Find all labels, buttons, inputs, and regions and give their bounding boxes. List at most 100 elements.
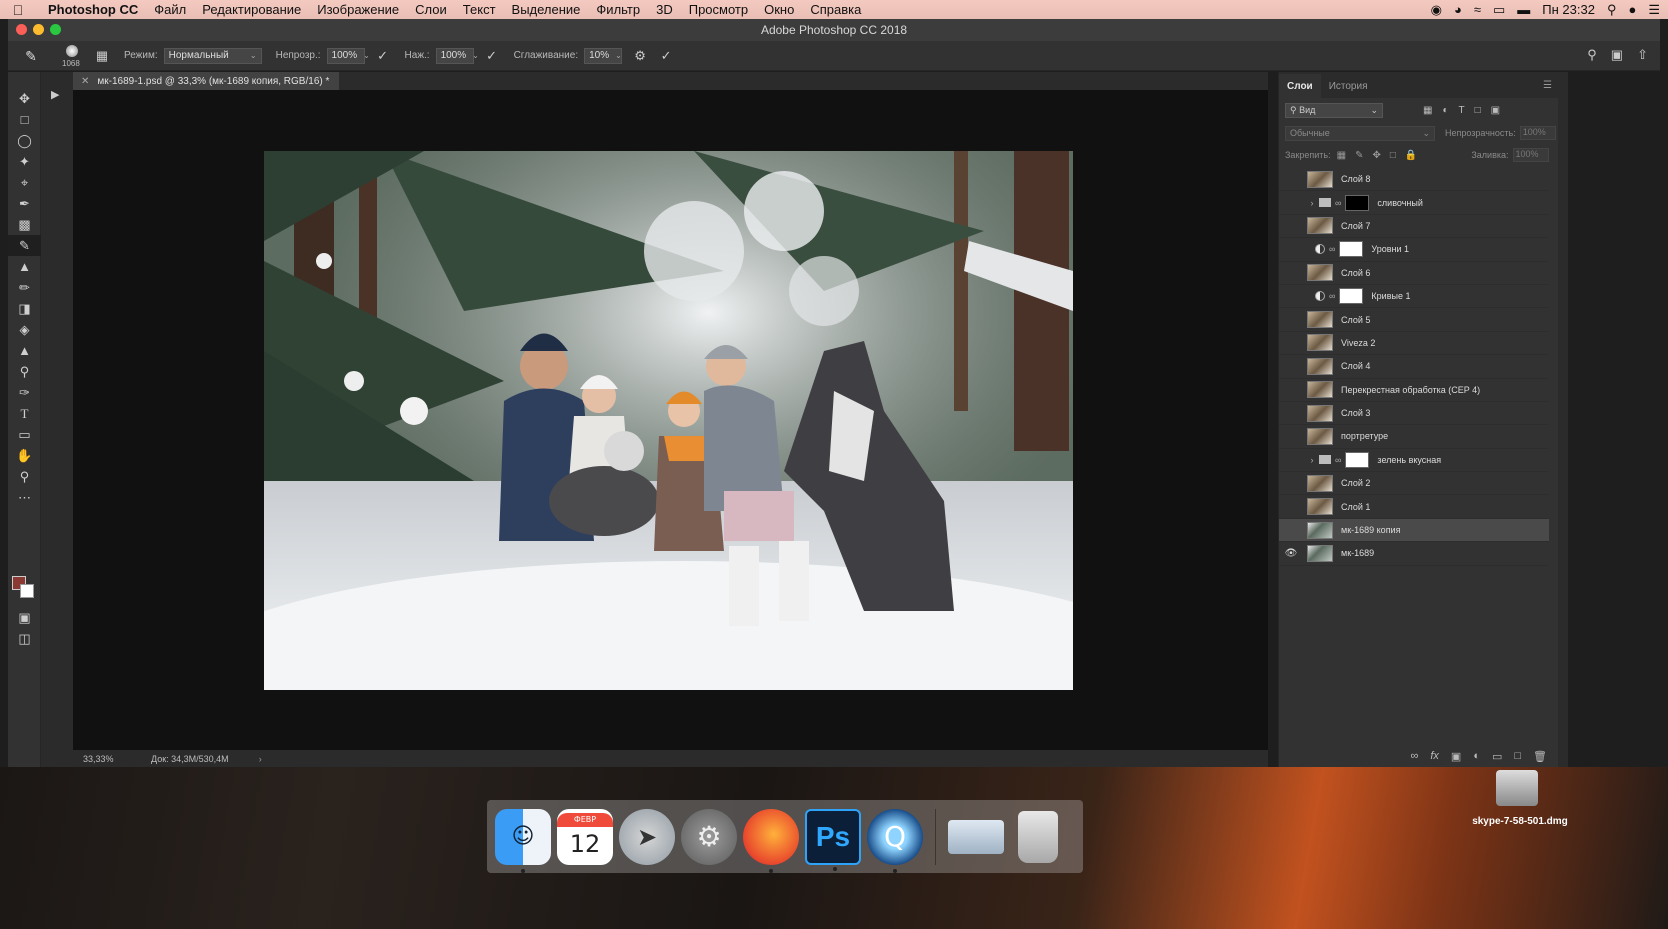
menu-help[interactable]: Справка bbox=[802, 2, 869, 17]
quick-select-tool-icon[interactable]: ✦ bbox=[8, 151, 41, 172]
record-icon[interactable]: ◉ bbox=[1431, 2, 1442, 18]
layer-row-selected[interactable]: мк-1689 копия bbox=[1279, 518, 1549, 543]
menu-app[interactable]: Photoshop CC bbox=[36, 2, 146, 17]
panel-menu-icon[interactable]: ☰ bbox=[1543, 80, 1552, 91]
opacity-field[interactable]: 100% ⌄ bbox=[326, 47, 370, 64]
new-layer-icon[interactable]: □ bbox=[1514, 750, 1521, 762]
layer-row[interactable]: Слой 7 bbox=[1279, 215, 1549, 239]
type-tool-icon[interactable]: T bbox=[8, 403, 41, 424]
lock-transparency-icon[interactable]: ▦ bbox=[1337, 150, 1346, 161]
dmg-file-label[interactable]: skype-7-58-501.dmg bbox=[1470, 816, 1570, 828]
input-flag-icon[interactable]: ▬ bbox=[1517, 2, 1530, 17]
zoom-level[interactable]: 33,33% bbox=[83, 754, 143, 764]
layer-row[interactable]: Слой 4 bbox=[1279, 355, 1549, 379]
layer-row[interactable]: ∞ Кривые 1 bbox=[1279, 285, 1549, 309]
menu-layers[interactable]: Слои bbox=[407, 2, 455, 17]
new-adjustment-icon[interactable]: ◐ bbox=[1473, 750, 1480, 762]
dodge-tool-icon[interactable]: ⚲ bbox=[8, 361, 41, 382]
play-icon[interactable]: ▶ bbox=[51, 88, 59, 101]
lock-position-icon[interactable]: ✥ bbox=[1372, 150, 1380, 161]
layer-row[interactable]: › ∞ зелень вкусная bbox=[1279, 449, 1549, 473]
photoshop-icon[interactable]: Ps bbox=[805, 808, 861, 871]
pen-tool-icon[interactable]: ✑ bbox=[8, 382, 41, 403]
layer-row[interactable]: Viveza 2 bbox=[1279, 332, 1549, 356]
menu-file[interactable]: Файл bbox=[146, 2, 194, 17]
menu-3d[interactable]: 3D bbox=[648, 2, 681, 17]
fx-icon[interactable]: fx bbox=[1430, 750, 1439, 762]
calendar-icon[interactable]: ФЕВР 12 bbox=[557, 808, 613, 865]
background-color-swatch[interactable] bbox=[20, 584, 34, 598]
blur-tool-icon[interactable]: ▲ bbox=[8, 340, 41, 361]
clock-text[interactable]: Пн 23:32 bbox=[1542, 2, 1595, 17]
move-tool-icon[interactable]: ✥ bbox=[8, 88, 41, 109]
healing-tool-icon[interactable]: ▩ bbox=[8, 214, 41, 235]
tab-layers[interactable]: Слои bbox=[1279, 74, 1321, 98]
workspace-icon[interactable]: ▣ bbox=[1611, 47, 1623, 63]
layer-filter-select[interactable]: ⚲ Вид ⌄ bbox=[1285, 102, 1383, 118]
minimized-window-icon[interactable] bbox=[948, 809, 1004, 865]
paint-bucket-tool-icon[interactable]: ◈ bbox=[8, 319, 41, 340]
hand-tool-icon[interactable]: ✋ bbox=[8, 445, 41, 466]
pressure-field[interactable]: 100% ⌄ bbox=[435, 47, 479, 64]
marquee-tool-icon[interactable]: □ bbox=[8, 109, 41, 130]
apple-icon[interactable]:  bbox=[0, 2, 36, 18]
launchpad-icon[interactable]: ➤ bbox=[619, 808, 675, 865]
more-tools-icon[interactable]: ⋯ bbox=[8, 487, 41, 508]
brush-settings-panel-icon[interactable]: ▦ bbox=[94, 48, 110, 64]
add-mask-icon[interactable]: ▣ bbox=[1451, 750, 1461, 763]
minimize-window-button[interactable] bbox=[33, 24, 44, 35]
lock-all-icon[interactable]: 🔒 bbox=[1405, 150, 1417, 161]
menu-type[interactable]: Текст bbox=[455, 2, 504, 17]
chevron-right-icon[interactable]: › bbox=[1307, 198, 1317, 208]
gear-icon[interactable]: ⚙ bbox=[632, 48, 648, 64]
filter-type-icon[interactable]: T bbox=[1459, 105, 1465, 116]
mode-select[interactable]: Нормальный ⌄ bbox=[163, 47, 262, 64]
fill-field[interactable]: 100% bbox=[1512, 148, 1549, 162]
pressure-opacity-icon[interactable]: ✓ bbox=[375, 48, 391, 64]
airplay-icon[interactable]: ▭ bbox=[1493, 2, 1505, 18]
tab-history[interactable]: История bbox=[1321, 81, 1376, 98]
search-icon[interactable]: ⚲ bbox=[1587, 47, 1597, 63]
airbrush-icon[interactable]: ✓ bbox=[484, 48, 500, 64]
layer-row[interactable]: Слой 3 bbox=[1279, 402, 1549, 426]
menu-select[interactable]: Выделение bbox=[504, 2, 589, 17]
firefox-icon[interactable] bbox=[743, 808, 799, 873]
lock-artboard-icon[interactable]: □ bbox=[1390, 150, 1396, 161]
pressure-size-icon[interactable]: ✓ bbox=[658, 48, 674, 64]
spotlight-icon[interactable]: ⚲ bbox=[1607, 2, 1617, 18]
share-icon[interactable]: ⇧ bbox=[1637, 47, 1648, 63]
layer-row[interactable]: Перекрестная обработка (CEP 4) bbox=[1279, 379, 1549, 402]
layer-mask-thumbnail[interactable] bbox=[1339, 241, 1364, 258]
trash-icon[interactable] bbox=[1010, 809, 1066, 865]
crop-tool-icon[interactable]: ⌖ bbox=[8, 172, 41, 193]
quick-mask-icon[interactable]: ▣ bbox=[8, 607, 41, 628]
dmg-file-icon[interactable] bbox=[1496, 770, 1538, 806]
toolbar-grip[interactable] bbox=[8, 72, 40, 88]
menu-image[interactable]: Изображение bbox=[309, 2, 407, 17]
layer-row[interactable]: › ∞ сливочный bbox=[1279, 191, 1549, 215]
chevron-right-icon[interactable]: › bbox=[259, 754, 262, 764]
filter-shape-icon[interactable]: □ bbox=[1475, 105, 1481, 116]
menu-filter[interactable]: Фильтр bbox=[588, 2, 648, 17]
layer-row[interactable]: Слой 6 bbox=[1279, 262, 1549, 285]
layer-mask-thumbnail[interactable] bbox=[1339, 288, 1364, 305]
layer-row[interactable]: Слой 5 bbox=[1279, 308, 1549, 332]
rectangle-tool-icon[interactable]: ▭ bbox=[8, 424, 41, 445]
canvas-photo[interactable] bbox=[264, 151, 1073, 690]
chevron-right-icon[interactable]: › bbox=[1307, 455, 1317, 465]
lock-pixels-icon[interactable]: ✎ bbox=[1355, 150, 1363, 161]
document-tab[interactable]: ✕ мк-1689-1.psd @ 33,3% (мк-1689 копия, … bbox=[73, 72, 340, 90]
filter-adjustment-icon[interactable]: ◐ bbox=[1442, 105, 1448, 116]
eye-icon[interactable]: 👁 bbox=[1279, 548, 1303, 559]
siri-icon[interactable]: ● bbox=[1628, 2, 1636, 17]
blend-mode-select[interactable]: Обычные ⌄ bbox=[1285, 125, 1435, 141]
layer-row[interactable]: портретуре bbox=[1279, 425, 1549, 449]
layer-opacity-field[interactable]: 100% bbox=[1519, 126, 1556, 140]
layer-row[interactable]: ∞ Уровни 1 bbox=[1279, 238, 1549, 262]
brush-tool-icon[interactable]: ✎ bbox=[8, 235, 41, 256]
lasso-tool-icon[interactable]: ◯ bbox=[8, 130, 41, 151]
menu-view[interactable]: Просмотр bbox=[681, 2, 756, 17]
zoom-tool-icon[interactable]: ⚲ bbox=[8, 466, 41, 487]
eyedropper-tool-icon[interactable]: ✒ bbox=[8, 193, 41, 214]
close-tab-icon[interactable]: ✕ bbox=[81, 76, 89, 87]
